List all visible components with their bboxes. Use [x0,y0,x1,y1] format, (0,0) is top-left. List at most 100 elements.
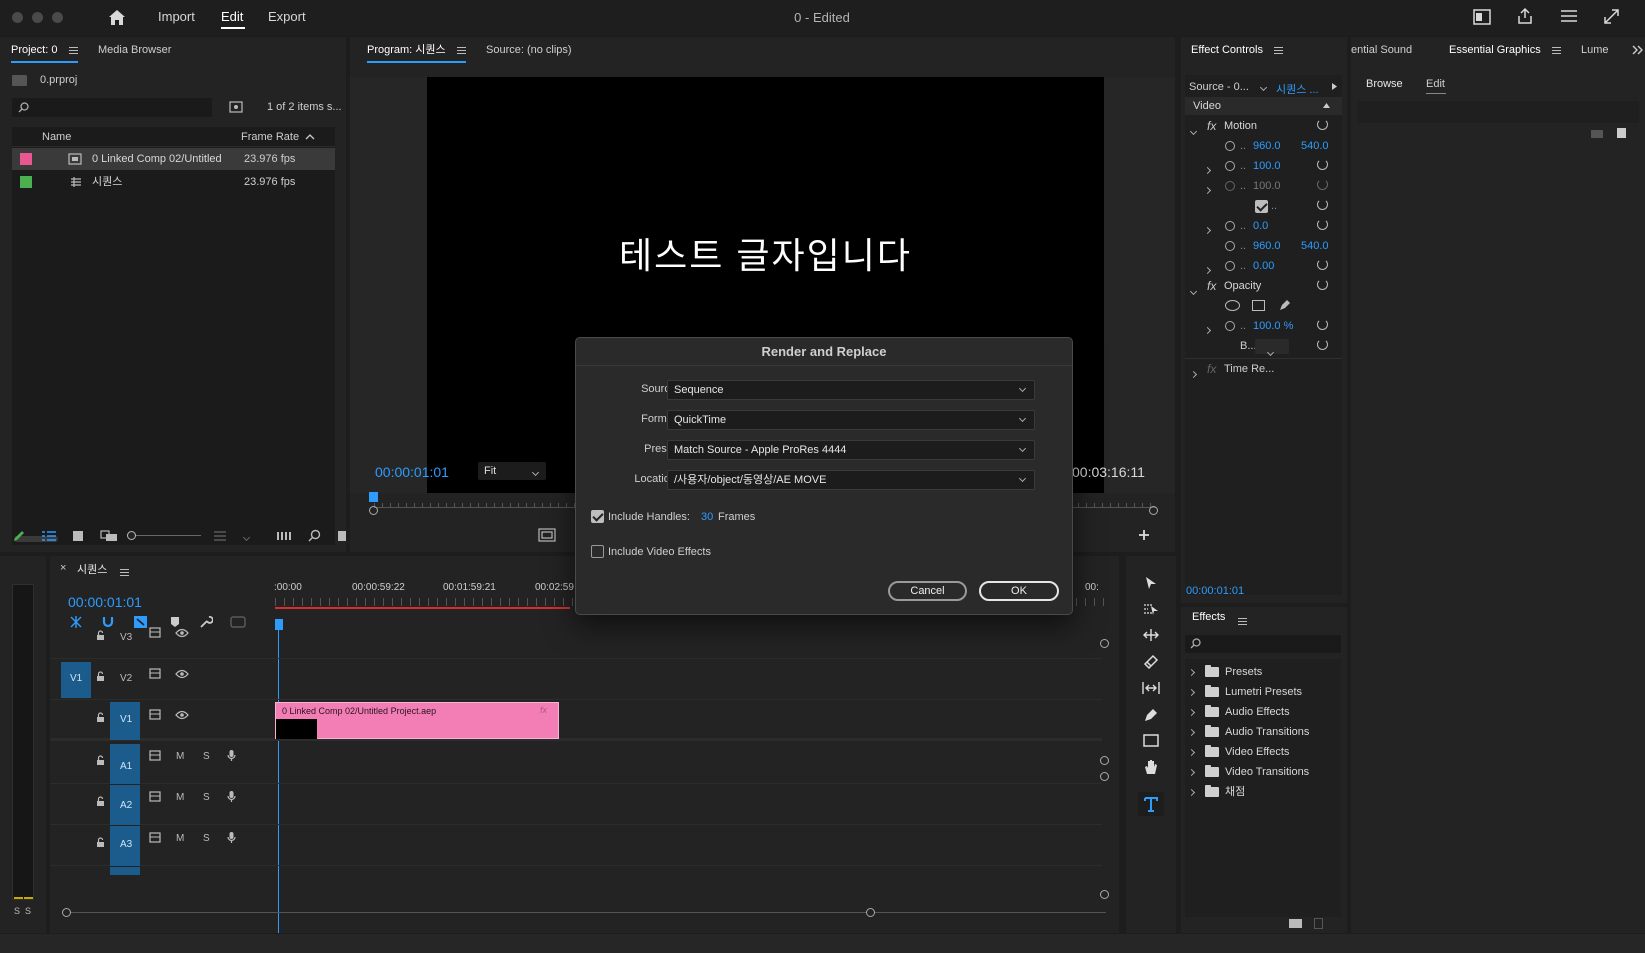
chevron-right-icon[interactable] [1187,742,1196,762]
track-target-a4-partial[interactable] [110,867,140,875]
type-tool-button[interactable] [1138,792,1164,816]
reset-icon[interactable] [1317,179,1328,190]
ok-button[interactable]: OK [979,581,1059,601]
menu-export[interactable]: Export [268,9,306,24]
effects-folder-lumetri-presets[interactable]: Lumetri Presets [1185,682,1341,702]
chevron-right-icon[interactable] [1187,702,1196,722]
panel-menu-icon[interactable] [456,46,466,54]
time-remap-row[interactable]: fx Time Re... [1185,358,1342,379]
hand-tool-icon[interactable] [1143,758,1159,775]
source-dropdown[interactable]: Sequence [667,380,1035,400]
sequence-clip-select[interactable]: 시퀀스 ... [1276,81,1319,97]
panel-menu-icon[interactable] [120,568,129,576]
mute-track-button[interactable]: M [176,833,184,844]
fit-dropdown[interactable]: Fit [478,462,546,480]
program-scroll-start-handle[interactable] [369,506,378,515]
freeform-view-icon[interactable] [100,530,118,542]
scroll-up-icon[interactable] [1322,102,1331,109]
toggle-sync-lock-icon[interactable] [149,709,161,720]
panel-menu-icon[interactable] [68,46,78,54]
effect-controls-timecode[interactable]: 00:00:01:01 [1186,585,1244,597]
program-scroll-end-handle[interactable] [1149,506,1158,515]
timeline-sequence-tab[interactable]: 시퀀스 [77,561,107,577]
stopwatch-icon[interactable] [1225,241,1235,251]
chevron-right-icon[interactable] [1187,662,1196,682]
track-label-a2[interactable]: A2 [120,800,132,811]
delete-custom-item-icon[interactable] [1314,918,1323,929]
microphone-icon[interactable] [227,749,236,762]
rectangle-mask-icon[interactable] [1252,300,1265,311]
new-layer-icon[interactable] [1617,128,1626,138]
panel-menu-icon[interactable] [1238,617,1247,625]
tab-program[interactable]: Program: 시퀀스 [367,37,466,63]
motion-effect-row[interactable]: fx Motion [1185,116,1342,136]
toggle-sync-lock-icon[interactable] [149,791,161,802]
new-bin-icon[interactable] [338,530,346,542]
tab-source[interactable]: Source: (no clips) [486,37,572,63]
video-vertical-scroll-top[interactable] [1100,639,1109,648]
workspaces-icon[interactable] [1473,9,1491,25]
opacity-value[interactable]: 100.0 % [1253,316,1293,336]
effects-folder-video-effects[interactable]: Video Effects [1185,742,1341,762]
position-x-value[interactable]: 960.0 [1253,136,1281,156]
include-handles-label[interactable]: Include Handles: [608,511,690,523]
meter-solo-left[interactable]: S [14,906,20,916]
more-panels-icon[interactable] [1632,45,1644,55]
stopwatch-icon[interactable] [1225,161,1235,171]
close-tab-icon[interactable]: × [60,562,66,574]
stopwatch-icon[interactable] [1225,141,1235,151]
include-handles-checkbox[interactable] [591,510,604,523]
lock-icon[interactable] [96,630,105,641]
toggle-sync-lock-icon[interactable] [149,668,161,679]
lock-icon[interactable] [96,671,105,682]
safe-margins-icon[interactable] [538,528,556,542]
sort-icons-icon[interactable] [213,530,227,542]
effects-folder-custom[interactable]: 채점 [1185,782,1341,802]
rectangle-tool-icon[interactable] [1143,734,1159,747]
minimize-window-button[interactable] [32,12,43,23]
slip-tool-icon[interactable] [1141,681,1161,695]
solo-track-button[interactable]: S [203,792,210,803]
razor-tool-icon[interactable] [1143,654,1159,670]
menu-import[interactable]: Import [158,9,195,24]
video-vertical-scroll-bottom[interactable] [1100,756,1109,765]
list-view-icon[interactable] [41,530,57,542]
include-video-effects-label[interactable]: Include Video Effects [608,546,711,558]
lock-icon[interactable] [96,712,105,723]
ellipse-mask-icon[interactable] [1225,300,1240,311]
format-dropdown[interactable]: QuickTime [667,410,1035,430]
toggle-sync-lock-icon[interactable] [149,627,161,638]
lock-icon[interactable] [96,796,105,807]
maximize-window-button[interactable] [52,12,63,23]
chevron-right-icon[interactable] [1187,782,1196,802]
zoom-slider-handle[interactable] [127,531,136,540]
tab-media-browser[interactable]: Media Browser [98,37,171,63]
show-timeline-icon[interactable] [1331,82,1338,91]
zoom-slider[interactable] [127,531,201,540]
scale-value[interactable]: 100.0 [1253,156,1281,176]
opacity-effect-row[interactable]: fx Opacity [1185,276,1342,296]
project-search-input[interactable] [12,98,212,117]
toggle-output-eye-icon[interactable] [175,710,189,720]
timeline-clip-linked-comp[interactable]: 0 Linked Comp 02/Untitled Project.aep fx [275,702,559,739]
sort-dropdown-caret[interactable] [242,531,251,543]
chevron-right-icon[interactable] [1187,722,1196,742]
pencil-icon[interactable] [12,529,26,543]
toggle-output-eye-icon[interactable] [175,628,189,638]
chevron-down-icon[interactable] [1259,81,1268,93]
panel-menu-icon[interactable] [1274,46,1284,54]
new-layer-group-icon[interactable] [1591,130,1603,138]
program-playhead-marker[interactable] [369,492,378,502]
uniform-scale-checkbox[interactable] [1255,200,1268,213]
tab-project[interactable]: Project: 0 [11,37,78,63]
track-label-a1[interactable]: A1 [120,761,132,772]
sort-ascending-icon[interactable] [305,133,315,140]
effects-folder-audio-effects[interactable]: Audio Effects [1185,702,1341,722]
lock-icon[interactable] [96,837,105,848]
reset-icon[interactable] [1317,199,1328,210]
quick-export-icon[interactable] [1560,9,1578,24]
pen-tool-icon[interactable] [1143,707,1159,723]
new-search-bin-icon[interactable] [229,101,243,113]
track-label-a3[interactable]: A3 [120,839,132,850]
include-video-effects-checkbox[interactable] [591,545,604,558]
